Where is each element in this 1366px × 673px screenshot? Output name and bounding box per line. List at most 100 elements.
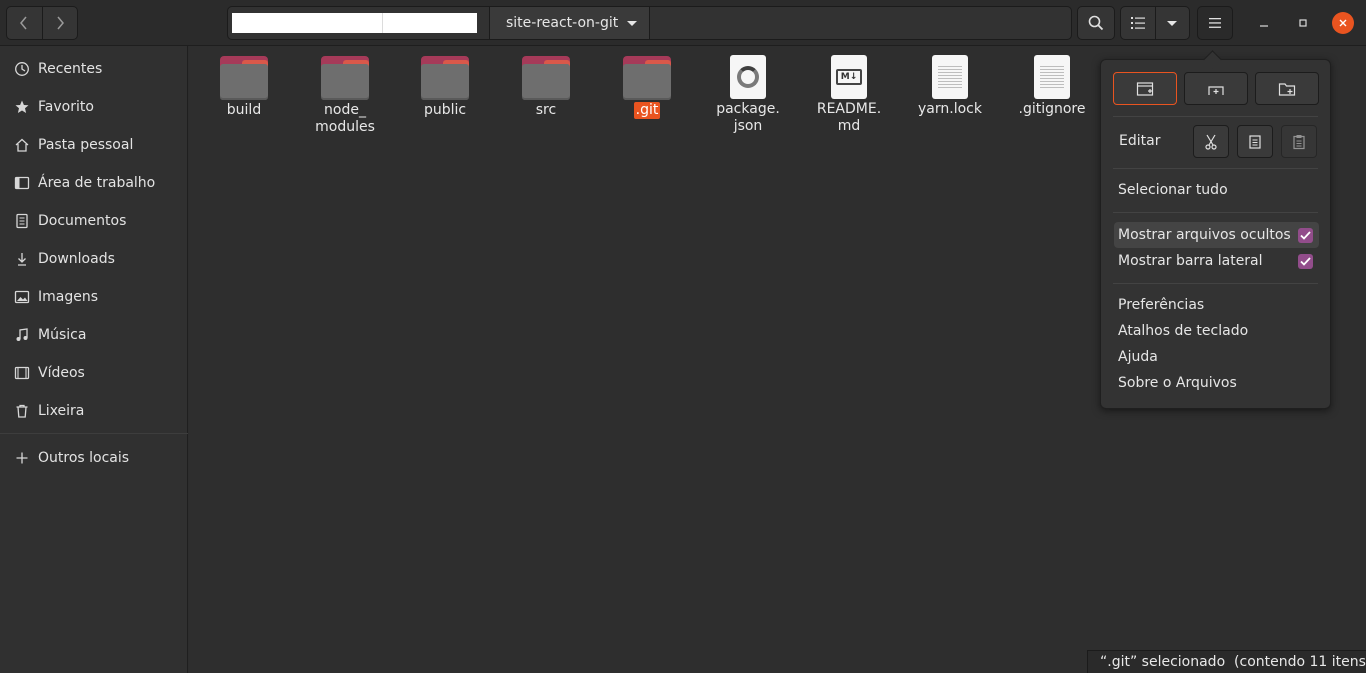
chevron-down-icon bbox=[1167, 20, 1178, 26]
file-item-folder[interactable]: public bbox=[395, 54, 495, 119]
checkbox-checked-icon[interactable] bbox=[1298, 228, 1313, 243]
keyboard-shortcuts-item[interactable]: Atalhos de teclado bbox=[1118, 323, 1248, 339]
preferences-item[interactable]: Preferências bbox=[1118, 297, 1204, 313]
file-item-markdown[interactable]: M↓ README. md bbox=[799, 54, 899, 135]
sidebar-divider bbox=[0, 433, 188, 434]
help-item[interactable]: Ajuda bbox=[1118, 349, 1158, 365]
file-item-folder[interactable]: src bbox=[496, 54, 596, 119]
folder-icon bbox=[623, 56, 671, 100]
chevron-left-icon bbox=[20, 16, 27, 30]
sidebar-item-documentos[interactable]: Documentos bbox=[0, 206, 188, 236]
menu-divider bbox=[1113, 168, 1318, 169]
video-icon bbox=[14, 365, 30, 381]
sidebar-item-musica[interactable]: Música bbox=[0, 320, 188, 350]
file-item-folder-selected[interactable]: .git bbox=[597, 54, 697, 119]
show-sidebar-toggle[interactable]: Mostrar barra lateral bbox=[1114, 248, 1319, 274]
json-file-icon bbox=[730, 55, 766, 99]
folder-icon bbox=[321, 56, 369, 100]
menu-divider bbox=[1113, 212, 1318, 213]
file-item-json[interactable]: package. json bbox=[698, 54, 798, 135]
file-item-text[interactable]: yarn.lock bbox=[900, 54, 1000, 118]
status-floating-bar: “.git” selecionado (contendo 11 itens) bbox=[1087, 650, 1366, 673]
sidebar-item-label: Downloads bbox=[38, 251, 115, 267]
file-name: src bbox=[535, 102, 557, 118]
file-name: node_ modules bbox=[315, 102, 375, 135]
new-folder-button[interactable] bbox=[1255, 72, 1319, 105]
new-tab-icon bbox=[1208, 85, 1224, 95]
header-bar: site-react-on-git bbox=[0, 0, 1366, 46]
file-name: README. md bbox=[816, 101, 882, 134]
select-all-item[interactable]: Selecionar tudo bbox=[1118, 182, 1228, 198]
view-buttons bbox=[1120, 6, 1190, 40]
sidebar-item-label: Vídeos bbox=[38, 365, 85, 381]
sidebar-item-label: Outros locais bbox=[38, 450, 130, 466]
sidebar-item-label: Área de trabalho bbox=[38, 175, 156, 191]
main-menu-button[interactable] bbox=[1197, 6, 1233, 40]
navigation-buttons bbox=[6, 6, 78, 40]
folder-icon bbox=[522, 56, 570, 100]
sidebar-item-recentes[interactable]: Recentes bbox=[0, 54, 188, 84]
back-button[interactable] bbox=[7, 7, 42, 39]
file-name: .gitignore bbox=[1018, 101, 1086, 117]
view-options-button[interactable] bbox=[1154, 7, 1190, 39]
sidebar-item-imagens[interactable]: Imagens bbox=[0, 282, 188, 312]
file-item-folder[interactable]: node_ modules bbox=[295, 54, 395, 136]
file-name: build bbox=[226, 102, 262, 118]
paste-button[interactable] bbox=[1281, 125, 1317, 158]
star-icon bbox=[14, 99, 30, 115]
forward-button[interactable] bbox=[41, 7, 78, 39]
show-sidebar-label: Mostrar barra lateral bbox=[1118, 253, 1263, 269]
sidebar-item-label: Música bbox=[38, 327, 87, 343]
close-button[interactable] bbox=[1332, 12, 1354, 34]
new-tab-button[interactable] bbox=[1184, 72, 1248, 105]
search-button[interactable] bbox=[1077, 6, 1115, 40]
list-view-button[interactable] bbox=[1121, 7, 1155, 39]
minimize-button[interactable] bbox=[1253, 12, 1275, 34]
sidebar-item-outros-locais[interactable]: Outros locais bbox=[0, 443, 188, 473]
plus-icon bbox=[14, 450, 30, 466]
sidebar-item-favorito[interactable]: Favorito bbox=[0, 92, 188, 122]
file-name: yarn.lock bbox=[918, 101, 982, 117]
text-file-icon bbox=[932, 55, 968, 99]
current-folder-crumb[interactable]: site-react-on-git bbox=[489, 7, 650, 39]
about-item[interactable]: Sobre o Arquivos bbox=[1118, 375, 1237, 391]
trash-icon bbox=[14, 403, 30, 419]
hamburger-menu-icon bbox=[1209, 18, 1221, 28]
desktop-icon bbox=[14, 175, 30, 191]
sidebar-item-label: Lixeira bbox=[38, 403, 85, 419]
selection-status-text: “.git” selecionado (contendo 11 itens) bbox=[1100, 654, 1366, 670]
file-name: package. json bbox=[716, 101, 780, 134]
sidebar-item-videos[interactable]: Vídeos bbox=[0, 358, 188, 388]
sidebar-item-area-de-trabalho[interactable]: Área de trabalho bbox=[0, 168, 188, 198]
menu-divider bbox=[1113, 283, 1318, 284]
file-item-folder[interactable]: build bbox=[194, 54, 294, 119]
copy-button[interactable] bbox=[1237, 125, 1273, 158]
current-folder-label: site-react-on-git bbox=[506, 15, 619, 31]
cut-icon bbox=[1205, 134, 1217, 150]
show-hidden-files-toggle[interactable]: Mostrar arquivos ocultos bbox=[1114, 222, 1319, 248]
chevron-down-icon bbox=[627, 21, 637, 26]
file-name: public bbox=[423, 102, 467, 118]
download-icon bbox=[14, 251, 30, 267]
image-icon bbox=[14, 289, 30, 305]
checkbox-checked-icon[interactable] bbox=[1298, 254, 1313, 269]
file-item-text[interactable]: .gitignore bbox=[1002, 54, 1102, 118]
sidebar-item-label: Recentes bbox=[38, 61, 103, 77]
clock-icon bbox=[14, 61, 30, 77]
maximize-button[interactable] bbox=[1292, 12, 1314, 34]
sidebar-item-downloads[interactable]: Downloads bbox=[0, 244, 188, 274]
folder-icon bbox=[220, 56, 268, 100]
cut-button[interactable] bbox=[1193, 125, 1229, 158]
chevron-right-icon bbox=[57, 16, 64, 30]
sidebar-item-pasta-pessoal[interactable]: Pasta pessoal bbox=[0, 130, 188, 160]
menu-divider bbox=[1113, 116, 1318, 117]
new-window-button[interactable] bbox=[1113, 72, 1177, 105]
home-icon bbox=[14, 137, 30, 153]
document-icon bbox=[14, 213, 30, 229]
path-redacted-segment[interactable] bbox=[232, 13, 477, 33]
new-window-icon bbox=[1136, 81, 1154, 96]
list-view-icon bbox=[1130, 17, 1145, 29]
path-bar[interactable]: site-react-on-git bbox=[227, 6, 1072, 40]
sidebar-item-label: Imagens bbox=[38, 289, 99, 305]
sidebar-item-lixeira[interactable]: Lixeira bbox=[0, 396, 188, 426]
